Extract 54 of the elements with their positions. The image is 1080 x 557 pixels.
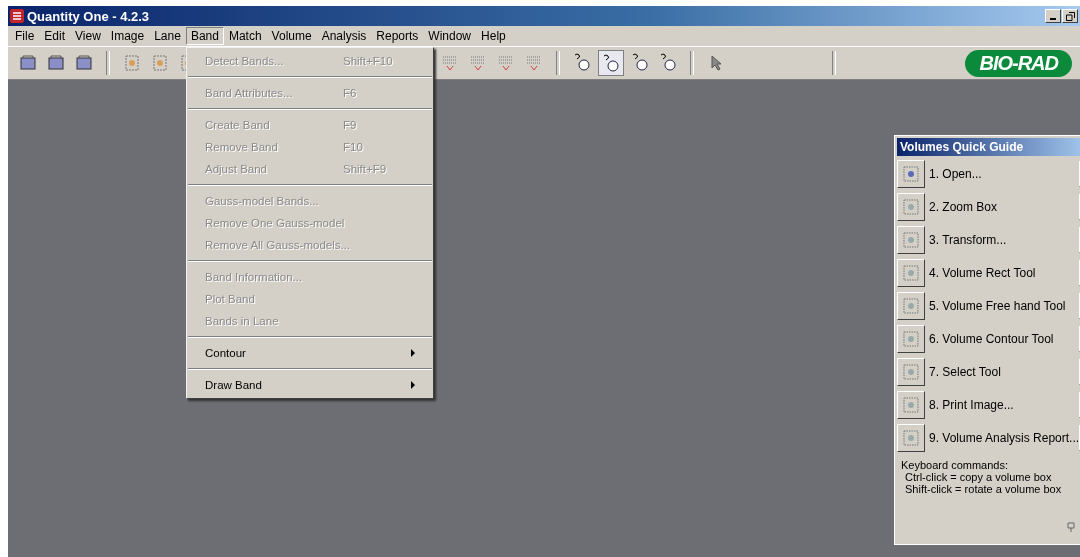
app-icon	[10, 9, 24, 23]
tool-icon	[901, 163, 921, 184]
tool-button[interactable]	[897, 192, 925, 221]
step-label: 8. Print Image...	[929, 397, 1015, 412]
tool-icon	[901, 229, 921, 250]
panel-title: Volumes Quick Guide	[897, 138, 1080, 156]
tool-button[interactable]	[897, 324, 925, 353]
step-label: 1. Open...	[929, 166, 983, 181]
restore-icon	[1065, 11, 1075, 21]
step-label: 9. Volume Analysis Report...	[929, 430, 1080, 445]
menu-item[interactable]: Volume	[266, 27, 317, 45]
menu-item[interactable]: Edit	[39, 27, 71, 45]
minimize-button[interactable]	[1045, 9, 1061, 23]
pin-icon[interactable]	[1067, 522, 1075, 532]
logo: BIO-RAD	[965, 49, 1072, 77]
restore-button[interactable]	[1062, 9, 1078, 23]
menu-item[interactable]: Match	[223, 27, 267, 45]
tool-button[interactable]	[897, 159, 925, 188]
menu-item[interactable]: Reports	[371, 27, 424, 45]
step-label: 3. Transform...	[929, 232, 1008, 247]
menu-item[interactable]: File	[10, 27, 40, 45]
tool-icon	[901, 361, 921, 382]
step-label: 7. Select Tool	[929, 364, 1002, 379]
step-label: 5. Volume Free hand Tool	[929, 298, 1067, 313]
submenu-arrow-icon	[411, 349, 415, 357]
tool-button[interactable]	[897, 357, 925, 386]
tool-button[interactable]	[897, 225, 925, 254]
menu-item[interactable]: Image	[105, 27, 150, 45]
tool-button[interactable]	[897, 291, 925, 320]
menu-item[interactable]: Window	[423, 27, 477, 45]
menu-item[interactable]: Draw Band	[187, 374, 433, 396]
window-title: Quantity One - 4.2.3	[27, 8, 150, 24]
tool-icon	[901, 394, 921, 415]
tool-button[interactable]	[897, 258, 925, 287]
tool-icon	[901, 427, 921, 448]
tool-button[interactable]	[897, 390, 925, 419]
menu-item[interactable]: Contour	[187, 342, 433, 364]
tool-icon	[901, 295, 921, 316]
note-text: Keyboard commands:	[901, 459, 1009, 471]
tool-icon	[901, 196, 921, 217]
tool-icon	[901, 262, 921, 283]
menu-item[interactable]: Lane	[149, 27, 186, 45]
tool-icon	[901, 328, 921, 349]
menu-item[interactable]: Help	[476, 27, 511, 45]
menu-item[interactable]: Analysis	[316, 27, 372, 45]
submenu-arrow-icon	[411, 381, 415, 389]
note-text: Shift-click = rotate a volume box	[904, 483, 1063, 495]
note-text: Ctrl-click = copy a volume box	[904, 471, 1053, 483]
step-label: 6. Volume Contour Tool	[929, 331, 1055, 346]
menu-item[interactable]: View	[70, 27, 106, 45]
step-label: 2. Zoom Box	[929, 199, 999, 214]
menu-item[interactable]: Band	[185, 27, 224, 45]
step-label: 4. Volume Rect Tool	[929, 265, 1037, 280]
tool-button[interactable]	[897, 423, 925, 452]
